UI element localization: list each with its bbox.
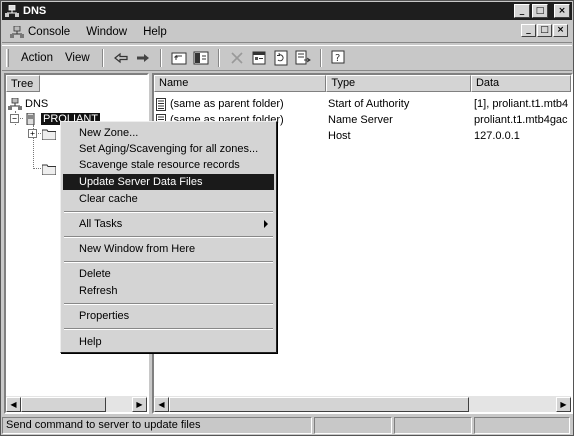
cell-data: proliant.t1.mtb4gac bbox=[474, 114, 568, 126]
scroll-right-button[interactable]: ▶ bbox=[132, 396, 147, 412]
column-headers: Name Type Data bbox=[154, 75, 571, 92]
menu-item-scavenge[interactable]: Scavenge stale resource records bbox=[63, 157, 274, 173]
scroll-thumb[interactable] bbox=[21, 396, 106, 412]
tree-node-dns[interactable]: DNS bbox=[8, 97, 48, 111]
cell-type: Name Server bbox=[328, 114, 393, 126]
dns-node-icon bbox=[8, 98, 22, 110]
collapse-server-button[interactable]: − bbox=[10, 114, 19, 123]
toolbar-separator bbox=[101, 49, 104, 67]
help-icon[interactable]: ? bbox=[330, 49, 348, 67]
maximize-button[interactable]: □ bbox=[532, 4, 548, 18]
menu-help[interactable]: Help bbox=[135, 26, 175, 38]
menu-item-set-aging[interactable]: Set Aging/Scavenging for all zones... bbox=[63, 141, 274, 157]
cell-type: Start of Authority bbox=[328, 98, 410, 110]
close-button[interactable]: × bbox=[554, 4, 570, 18]
menu-separator bbox=[64, 236, 273, 238]
column-header-name[interactable]: Name bbox=[154, 75, 327, 92]
cell-type: Host bbox=[328, 130, 351, 142]
scroll-left-button[interactable]: ◀ bbox=[6, 396, 21, 412]
toolbar-separator bbox=[217, 49, 220, 67]
tree-node-reverse-zones[interactable] bbox=[42, 162, 59, 176]
expand-forward-zones-button[interactable]: + bbox=[28, 129, 37, 138]
status-panel bbox=[314, 417, 392, 434]
menu-separator bbox=[64, 303, 273, 305]
list-horizontal-scrollbar[interactable]: ◀ ▶ bbox=[154, 396, 571, 412]
view-menu[interactable]: View bbox=[59, 52, 96, 64]
folder-icon bbox=[42, 129, 56, 140]
menu-separator bbox=[64, 328, 273, 330]
menu-bar: Console Window Help _ □ × bbox=[2, 21, 572, 43]
context-menu: New Zone... Set Aging/Scavenging for all… bbox=[60, 121, 277, 353]
dns-app-icon bbox=[5, 5, 19, 17]
refresh-icon[interactable] bbox=[272, 49, 290, 67]
submenu-arrow-icon bbox=[264, 220, 268, 228]
tree-tab[interactable]: Tree bbox=[6, 75, 40, 92]
menu-item-help[interactable]: Help bbox=[63, 334, 274, 350]
scroll-left-button[interactable]: ◀ bbox=[154, 396, 169, 412]
tree-label-dns: DNS bbox=[25, 98, 49, 110]
menu-item-refresh[interactable]: Refresh bbox=[63, 283, 274, 299]
cell-name: (same as parent folder) bbox=[170, 98, 284, 110]
minimize-button[interactable]: _ bbox=[514, 4, 530, 18]
action-menu[interactable]: Action bbox=[15, 52, 59, 64]
properties-icon[interactable] bbox=[250, 49, 268, 67]
back-arrow-icon[interactable] bbox=[112, 49, 130, 67]
show-hide-tree-icon[interactable] bbox=[192, 49, 210, 67]
scroll-thumb[interactable] bbox=[169, 396, 469, 412]
record-icon bbox=[156, 97, 166, 111]
menu-item-all-tasks[interactable]: All Tasks bbox=[63, 216, 274, 232]
tree-horizontal-scrollbar[interactable]: ◀ ▶ bbox=[6, 396, 147, 412]
status-panel bbox=[474, 417, 570, 434]
menu-item-new-window[interactable]: New Window from Here bbox=[63, 241, 274, 257]
window-title: DNS bbox=[23, 5, 47, 17]
column-header-type[interactable]: Type bbox=[326, 75, 471, 92]
delete-icon[interactable] bbox=[228, 49, 246, 67]
cell-data: [1], proliant.t1.mtb4 bbox=[474, 98, 569, 110]
status-panel bbox=[394, 417, 472, 434]
table-row[interactable]: (same as parent folder) Start of Authori… bbox=[154, 96, 571, 112]
menu-separator bbox=[64, 211, 273, 213]
status-bar: Send command to server to update files bbox=[2, 417, 572, 435]
svg-text:?: ? bbox=[335, 53, 340, 64]
status-message: Send command to server to update files bbox=[2, 417, 312, 434]
child-minimize-button[interactable]: _ bbox=[521, 24, 536, 37]
console-icon bbox=[10, 25, 24, 38]
toolbar: Action View ? bbox=[2, 45, 572, 71]
title-bar[interactable]: DNS _ □ × bbox=[2, 2, 572, 20]
child-restore-button[interactable]: □ bbox=[537, 24, 552, 37]
dns-console-window: DNS _ □ × Console Window Help _ □ × Acti… bbox=[0, 0, 574, 436]
toolbar-grip[interactable] bbox=[6, 49, 9, 67]
menu-item-properties[interactable]: Properties bbox=[63, 308, 274, 324]
menu-separator bbox=[64, 261, 273, 263]
menu-item-clear-cache[interactable]: Clear cache bbox=[63, 191, 274, 207]
cell-data: 127.0.0.1 bbox=[474, 130, 520, 142]
folder-icon bbox=[42, 164, 56, 175]
toolbar-separator bbox=[319, 49, 322, 67]
forward-arrow-icon[interactable] bbox=[134, 49, 152, 67]
tree-connector bbox=[33, 168, 41, 169]
column-header-data[interactable]: Data bbox=[470, 75, 571, 92]
menu-item-delete[interactable]: Delete bbox=[63, 266, 274, 282]
menu-item-new-zone[interactable]: New Zone... bbox=[63, 125, 274, 141]
toolbar-separator bbox=[159, 49, 162, 67]
menu-console[interactable]: Console bbox=[28, 26, 78, 38]
tree-node-forward-zones[interactable] bbox=[42, 127, 59, 141]
server-icon bbox=[26, 113, 35, 125]
child-close-button[interactable]: × bbox=[553, 24, 568, 37]
menu-item-all-tasks-label: All Tasks bbox=[79, 218, 123, 230]
menu-window[interactable]: Window bbox=[78, 26, 135, 38]
menu-item-update-server-data-files[interactable]: Update Server Data Files bbox=[63, 174, 274, 190]
up-folder-icon[interactable] bbox=[170, 49, 188, 67]
export-list-icon[interactable] bbox=[294, 49, 312, 67]
scroll-right-button[interactable]: ▶ bbox=[556, 396, 571, 412]
